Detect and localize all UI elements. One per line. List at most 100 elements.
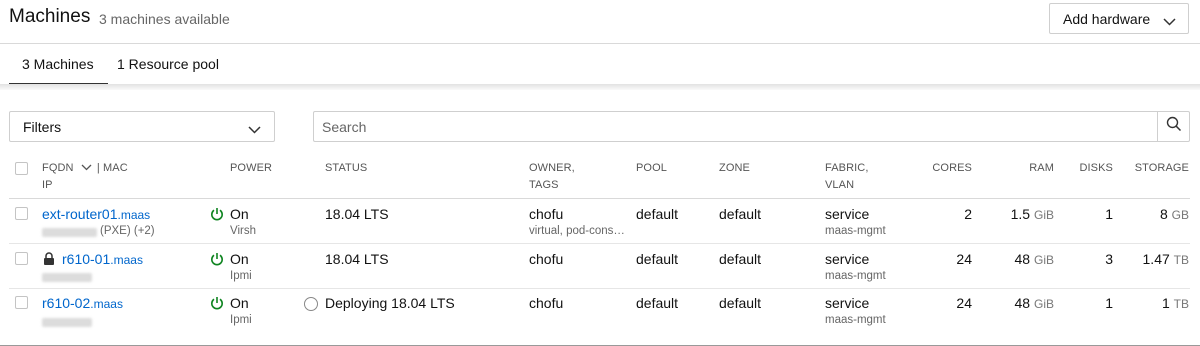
column-header-ram[interactable]: RAM xyxy=(994,160,1054,177)
page-header: Machines 3 machines available Add hardwa… xyxy=(0,0,1200,44)
row-divider xyxy=(9,243,1190,244)
power-on-icon xyxy=(211,297,223,310)
storage-value: 8 xyxy=(1159,206,1168,222)
redacted-ip xyxy=(42,228,97,237)
add-hardware-label: Add hardware xyxy=(1063,10,1151,27)
ram-value: 1.5 xyxy=(1010,206,1031,222)
lock-icon xyxy=(44,252,54,265)
machine-domain: .maas xyxy=(90,297,123,311)
filters-dropdown[interactable]: Filters xyxy=(9,111,275,142)
column-header-fabric[interactable]: FABRIC, xyxy=(825,160,869,177)
machine-cores: 24 xyxy=(956,251,972,267)
column-header-disks[interactable]: DISKS xyxy=(1053,160,1113,177)
machine-disks: 3 xyxy=(1105,251,1113,267)
storage-unit: TB xyxy=(1173,253,1189,267)
machine-zone: default xyxy=(719,206,762,222)
machine-vlan: maas-mgmt xyxy=(825,270,886,282)
search-button[interactable] xyxy=(1157,111,1190,142)
power-state: On xyxy=(230,206,249,222)
machine-fabric: service xyxy=(825,295,870,311)
machine-pool: default xyxy=(636,295,679,311)
row-checkbox[interactable] xyxy=(15,252,28,265)
machine-ram: 48 GiB xyxy=(994,251,1054,267)
row-divider xyxy=(9,288,1190,289)
chevron-down-icon xyxy=(248,121,261,137)
storage-value: 1.47 xyxy=(1142,251,1170,267)
tab-resource-pool[interactable]: 1 Resource pool xyxy=(117,56,219,72)
machine-zone: default xyxy=(719,251,762,267)
machine-hostname[interactable]: r610-01 xyxy=(62,251,110,267)
power-type: Ipmi xyxy=(230,270,252,282)
machine-storage: 1.47 TB xyxy=(1109,251,1189,267)
machine-ram: 1.5 GiB xyxy=(994,206,1054,222)
fqdn-header-label: FQDN xyxy=(42,162,74,174)
mac-header-label: | MAC xyxy=(96,162,128,174)
add-hardware-button[interactable]: Add hardware xyxy=(1049,3,1189,34)
ram-unit: GiB xyxy=(1033,208,1054,222)
column-header-ip[interactable]: IP xyxy=(42,177,53,194)
machine-status: 18.04 LTS xyxy=(325,251,389,267)
machine-ram: 48 GiB xyxy=(994,295,1054,311)
header-divider xyxy=(9,198,1190,199)
chevron-down-icon xyxy=(1163,13,1176,29)
machine-fabric: service xyxy=(825,251,870,267)
search-icon xyxy=(1166,116,1182,137)
storage-value: 1 xyxy=(1161,295,1170,311)
column-header-vlan[interactable]: VLAN xyxy=(825,177,854,194)
column-header-power[interactable]: POWER xyxy=(230,160,272,177)
machine-status: 18.04 LTS xyxy=(325,206,389,222)
search-input[interactable] xyxy=(313,111,1158,142)
column-header-zone[interactable]: ZONE xyxy=(719,160,750,177)
machine-fqdn[interactable]: ext-router01.maas xyxy=(42,206,150,222)
ram-unit: GiB xyxy=(1033,253,1054,267)
machine-pool: default xyxy=(636,251,679,267)
power-state: On xyxy=(230,251,249,267)
storage-unit: TB xyxy=(1173,297,1189,311)
redacted-ip xyxy=(42,273,92,282)
machine-cores: 2 xyxy=(964,206,972,222)
column-header-cores[interactable]: CORES xyxy=(912,160,972,177)
redacted-ip xyxy=(42,318,92,327)
machine-fqdn[interactable]: r610-01.maas xyxy=(62,251,143,267)
column-header-status[interactable]: STATUS xyxy=(325,160,367,177)
ram-value: 48 xyxy=(1014,295,1031,311)
machine-fqdn[interactable]: r610-02.maas xyxy=(42,295,123,311)
ram-value: 48 xyxy=(1014,251,1031,267)
machine-cores: 24 xyxy=(956,295,972,311)
machines-count-subtitle: 3 machines available xyxy=(99,11,230,27)
loading-spinner-icon xyxy=(304,297,318,311)
row-checkbox[interactable] xyxy=(15,207,28,220)
tabs-divider xyxy=(0,84,1200,90)
column-header-fqdn[interactable]: FQDN | MAC xyxy=(42,160,128,177)
machine-disks: 1 xyxy=(1105,295,1113,311)
machine-disks: 1 xyxy=(1105,206,1113,222)
page-title: Machines xyxy=(9,6,91,27)
power-type: Ipmi xyxy=(230,314,252,326)
machine-storage: 8 GB xyxy=(1109,206,1189,222)
machine-hostname[interactable]: r610-02 xyxy=(42,295,90,311)
select-all-checkbox[interactable] xyxy=(15,162,28,175)
machine-owner: chofu xyxy=(529,251,564,267)
power-state: On xyxy=(230,295,249,311)
machine-fabric: service xyxy=(825,206,870,222)
storage-unit: GB xyxy=(1171,208,1189,222)
power-on-icon xyxy=(211,208,223,221)
column-header-owner[interactable]: OWNER, xyxy=(529,160,575,177)
column-header-tags[interactable]: TAGS xyxy=(529,177,559,194)
machine-owner: chofu xyxy=(529,295,564,311)
machine-vlan: maas-mgmt xyxy=(825,314,886,326)
tab-bar: 3 Machines 1 Resource pool xyxy=(0,44,1200,86)
machine-domain: .maas xyxy=(110,253,143,267)
tab-machines[interactable]: 3 Machines xyxy=(9,56,108,86)
ram-unit: GiB xyxy=(1033,297,1054,311)
machine-pool: default xyxy=(636,206,679,222)
column-header-storage[interactable]: STORAGE xyxy=(1125,160,1189,177)
sort-chevron-icon xyxy=(81,164,92,171)
column-header-pool[interactable]: POOL xyxy=(636,160,667,177)
machine-ip-suffix: (PXE) (+2) xyxy=(100,225,155,237)
machine-hostname[interactable]: ext-router01 xyxy=(42,206,117,222)
machine-status: Deploying 18.04 LTS xyxy=(325,295,455,311)
machine-zone: default xyxy=(719,295,762,311)
machine-vlan: maas-mgmt xyxy=(825,225,886,237)
row-checkbox[interactable] xyxy=(15,296,28,309)
